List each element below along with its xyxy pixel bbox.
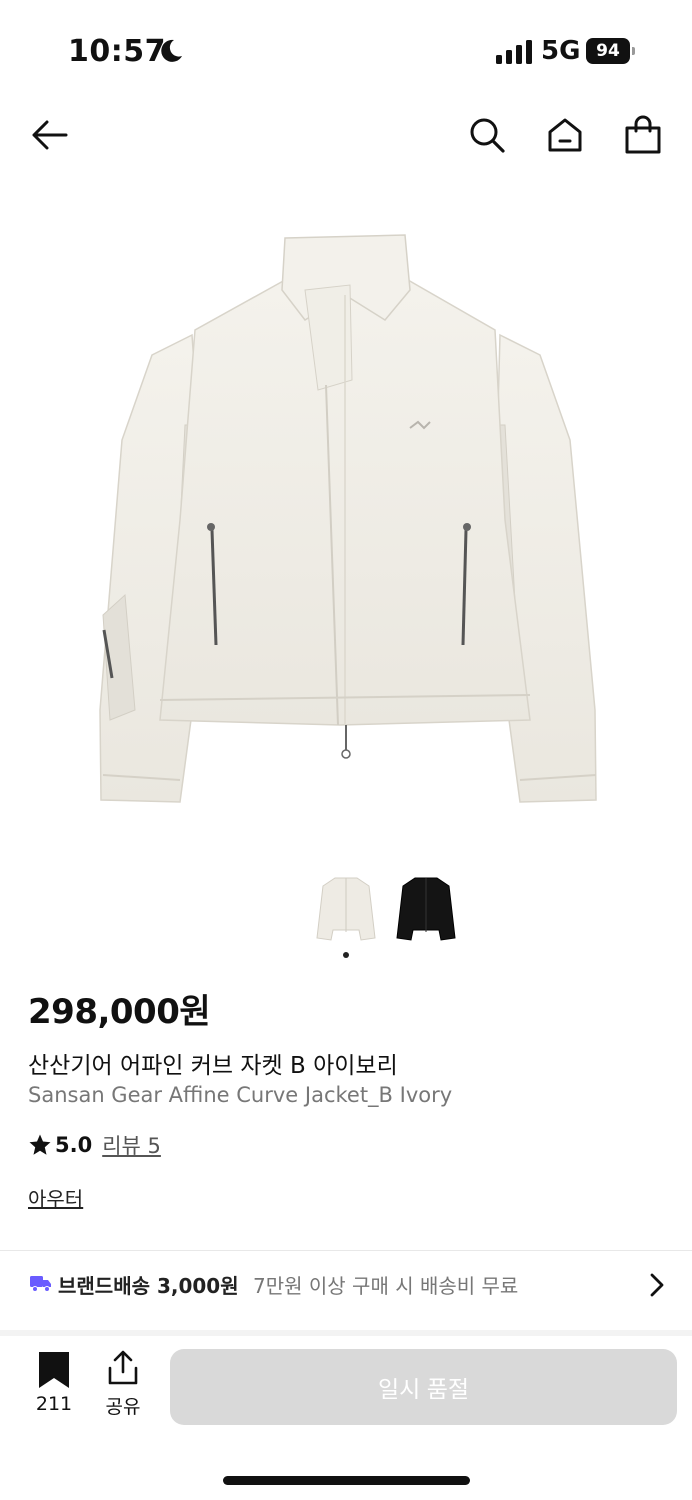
shopping-bag-icon <box>625 115 661 154</box>
rating-row: 5.0 리뷰 5 <box>28 1130 161 1160</box>
category-link[interactable]: 아우터 <box>28 1183 83 1212</box>
bookmark-count: 211 <box>35 1393 73 1415</box>
image-thumbnails <box>0 870 692 950</box>
search-icon <box>470 118 505 153</box>
bookmark-icon <box>39 1352 69 1388</box>
product-price: 298,000원 <box>28 992 211 1032</box>
bottom-action-bar: 211 공유 일시 품절 <box>0 1336 692 1500</box>
bookmark-button[interactable]: 211 <box>28 1350 80 1420</box>
home-icon <box>548 118 582 152</box>
share-icon <box>108 1350 138 1385</box>
battery-level: 94 <box>586 38 630 64</box>
truck-icon <box>30 1276 51 1292</box>
sold-out-button[interactable]: 일시 품절 <box>170 1349 677 1425</box>
search-button[interactable] <box>464 112 510 158</box>
signal-icon <box>496 40 532 64</box>
home-button[interactable] <box>542 112 588 158</box>
top-nav <box>0 100 692 170</box>
carousel-indicator <box>343 952 349 958</box>
shipping-info-row[interactable]: 브랜드배송 3,000원 7만원 이상 구매 시 배송비 무료 <box>0 1252 692 1318</box>
star-icon <box>29 1134 51 1155</box>
product-name-ko: 산산기어 어파인 커브 자켓 B 아이보리 <box>28 1053 398 1079</box>
home-indicator <box>223 1476 470 1485</box>
product-image[interactable] <box>0 190 692 840</box>
share-button[interactable]: 공유 <box>100 1350 146 1420</box>
moon-icon <box>161 39 182 62</box>
shopping-bag-button[interactable] <box>620 112 666 158</box>
shipping-label: 브랜드배송 3,000원 <box>58 1274 239 1298</box>
review-link[interactable]: 리뷰 5 <box>102 1130 161 1160</box>
back-button[interactable] <box>26 112 72 158</box>
product-name-en: Sansan Gear Affine Curve Jacket_B Ivory <box>28 1083 453 1107</box>
status-time: 10:57 <box>68 34 166 69</box>
network-label: 5G <box>541 36 581 66</box>
share-label: 공유 <box>105 1396 141 1418</box>
shipping-condition: 7만원 이상 구매 시 배송비 무료 <box>253 1274 519 1298</box>
divider <box>0 1250 692 1251</box>
chevron-right-icon <box>650 1273 664 1297</box>
battery-icon: 94 <box>586 38 636 64</box>
thumbnail-ivory[interactable] <box>313 870 379 946</box>
status-bar: 10:57 5G 94 <box>0 0 692 100</box>
product-page: 10:57 5G 94 298,000원 산산기어 어파인 커브 자켓 B 아이… <box>0 0 692 1500</box>
thumbnail-black[interactable] <box>393 870 459 946</box>
back-arrow-icon <box>32 120 68 150</box>
rating-value: 5.0 <box>55 1133 93 1157</box>
